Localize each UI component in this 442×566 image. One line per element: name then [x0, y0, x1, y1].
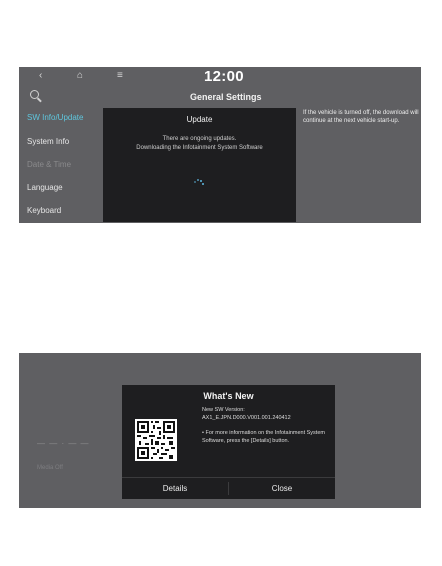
dialog-title: Update — [186, 115, 213, 124]
sidebar-item-date-time: Date & Time — [27, 160, 72, 169]
whats-new-dialog: What's New New SW Version: AX1_E.JPN.D00… — [122, 385, 335, 499]
settings-screen: ‹ ⌂ ≡ 12:00 General Settings SW Info/Upd… — [19, 67, 421, 223]
version-value: AX1_E.JPN.D000.V001.001.240412 — [202, 415, 291, 421]
dialog-message-detail: Downloading the Infotainment System Soft… — [136, 145, 263, 151]
search-icon[interactable] — [30, 90, 39, 99]
top-bar: ‹ ⌂ ≡ 12:00 — [19, 67, 421, 87]
update-note: If the vehicle is turned off, the downlo… — [303, 110, 419, 124]
version-label: New SW Version: — [202, 407, 245, 413]
media-placeholder-icon: — — · — — — [37, 439, 90, 448]
loading-spinner-icon — [193, 178, 205, 188]
media-status-label: Media Off — [37, 465, 63, 471]
page-title: General Settings — [190, 92, 262, 102]
clock: 12:00 — [204, 68, 244, 85]
update-dialog: Update There are ongoing updates. Downlo… — [103, 108, 296, 222]
close-button[interactable]: Close — [229, 478, 335, 499]
details-info-text: • For more information on the Infotainme… — [202, 430, 325, 444]
dialog-title: What's New — [203, 391, 254, 401]
sidebar-item-system-info[interactable]: System Info — [27, 137, 69, 146]
sidebar-item-keyboard[interactable]: Keyboard — [27, 206, 61, 215]
home-icon[interactable]: ⌂ — [77, 70, 83, 81]
dialog-message: There are ongoing updates. — [162, 136, 237, 142]
sidebar-item-sw-info-update[interactable]: SW Info/Update — [27, 113, 83, 122]
qr-code-icon — [135, 419, 177, 461]
details-button[interactable]: Details — [122, 478, 228, 499]
whats-new-screen: — — · — — Media Off What's New New SW Ve… — [19, 353, 421, 508]
sidebar-item-language[interactable]: Language — [27, 183, 63, 192]
menu-icon[interactable]: ≡ — [117, 70, 123, 81]
back-icon[interactable]: ‹ — [39, 70, 42, 81]
